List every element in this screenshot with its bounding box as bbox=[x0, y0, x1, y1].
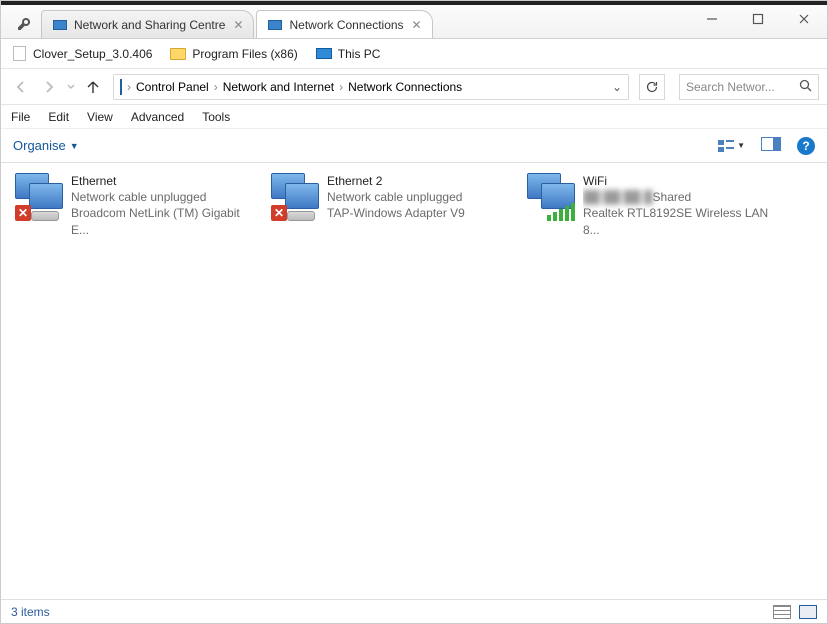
content-area[interactable]: ✕ Ethernet Network cable unplugged Broad… bbox=[1, 163, 827, 599]
crumb-network-connections[interactable]: Network Connections bbox=[348, 80, 462, 94]
details-view-toggle[interactable] bbox=[773, 605, 791, 619]
chevron-down-icon: ▼ bbox=[70, 141, 79, 151]
connection-ethernet[interactable]: ✕ Ethernet Network cable unplugged Broad… bbox=[9, 169, 265, 242]
location-icon bbox=[120, 80, 122, 94]
command-bar-right: ▼ ? bbox=[717, 137, 815, 155]
chevron-right-icon[interactable]: › bbox=[127, 80, 131, 94]
error-x-icon: ✕ bbox=[271, 205, 287, 221]
network-connections-icon bbox=[267, 17, 283, 33]
connection-ethernet-2[interactable]: ✕ Ethernet 2 Network cable unplugged TAP… bbox=[265, 169, 521, 242]
network-adapter-icon: ✕ bbox=[15, 173, 63, 221]
connection-name: Ethernet bbox=[71, 173, 259, 189]
bookmarks-bar: Clover_Setup_3.0.406 Program Files (x86)… bbox=[1, 39, 827, 69]
tab-label: Network and Sharing Centre bbox=[74, 18, 225, 32]
bookmark-label: Program Files (x86) bbox=[192, 47, 297, 61]
search-placeholder: Search Networ... bbox=[686, 80, 775, 94]
chevron-right-icon[interactable]: › bbox=[339, 80, 343, 94]
bookmark-label: This PC bbox=[338, 47, 381, 61]
file-icon bbox=[11, 46, 27, 62]
explorer-window: Network and Sharing Centre ✕ Network Con… bbox=[0, 0, 828, 624]
wrench-icon[interactable] bbox=[7, 10, 41, 38]
menu-advanced[interactable]: Advanced bbox=[131, 110, 184, 124]
bookmark-label: Clover_Setup_3.0.406 bbox=[33, 47, 152, 61]
search-icon bbox=[799, 79, 812, 95]
connection-device: Realtek RTL8192SE Wireless LAN 8... bbox=[583, 205, 771, 237]
help-button[interactable]: ? bbox=[797, 137, 815, 155]
connection-device: Broadcom NetLink (TM) Gigabit E... bbox=[71, 205, 259, 237]
connection-name: WiFi bbox=[583, 173, 771, 189]
signal-bars-icon bbox=[547, 203, 575, 221]
maximize-button[interactable] bbox=[735, 5, 781, 33]
chevron-down-icon: ▼ bbox=[737, 141, 745, 150]
chevron-right-icon[interactable]: › bbox=[214, 80, 218, 94]
connection-status: ██ ██ ██ █Shared bbox=[583, 189, 771, 205]
search-input[interactable]: Search Networ... bbox=[679, 74, 819, 100]
menu-tools[interactable]: Tools bbox=[202, 110, 230, 124]
bookmark-this-pc[interactable]: This PC bbox=[316, 46, 381, 62]
menu-view[interactable]: View bbox=[87, 110, 113, 124]
up-button[interactable] bbox=[81, 75, 105, 99]
bookmark-clover-setup[interactable]: Clover_Setup_3.0.406 bbox=[11, 46, 152, 62]
refresh-button[interactable] bbox=[639, 74, 665, 100]
tab-label: Network Connections bbox=[289, 18, 403, 32]
error-x-icon: ✕ bbox=[15, 205, 31, 221]
network-adapter-icon: ✕ bbox=[271, 173, 319, 221]
menu-file[interactable]: File bbox=[11, 110, 30, 124]
menu-edit[interactable]: Edit bbox=[48, 110, 69, 124]
connection-device: TAP-Windows Adapter V9 bbox=[327, 205, 465, 221]
organise-label: Organise bbox=[13, 138, 66, 153]
connection-status: Network cable unplugged bbox=[327, 189, 465, 205]
status-bar: 3 items bbox=[1, 599, 827, 623]
recent-dropdown[interactable] bbox=[65, 75, 77, 99]
navigation-bar: › Control Panel › Network and Internet ›… bbox=[1, 69, 827, 105]
redacted-text: ██ ██ ██ █ bbox=[583, 190, 653, 204]
back-button[interactable] bbox=[9, 75, 33, 99]
folder-icon bbox=[170, 46, 186, 62]
wifi-adapter-icon bbox=[527, 173, 575, 221]
address-dropdown-icon[interactable]: ⌄ bbox=[612, 80, 622, 94]
forward-button[interactable] bbox=[37, 75, 61, 99]
connection-wifi[interactable]: WiFi ██ ██ ██ █Shared Realtek RTL8192SE … bbox=[521, 169, 777, 242]
command-bar: Organise ▼ ▼ ? bbox=[1, 129, 827, 163]
tab-network-connections[interactable]: Network Connections ✕ bbox=[256, 10, 432, 38]
organise-button[interactable]: Organise ▼ bbox=[13, 138, 79, 153]
minimize-button[interactable] bbox=[689, 5, 735, 33]
bookmark-program-files[interactable]: Program Files (x86) bbox=[170, 46, 297, 62]
tab-network-sharing[interactable]: Network and Sharing Centre ✕ bbox=[41, 10, 254, 38]
window-controls bbox=[689, 5, 827, 33]
crumb-control-panel[interactable]: Control Panel bbox=[136, 80, 209, 94]
view-mode-button[interactable]: ▼ bbox=[717, 139, 745, 153]
address-breadcrumb[interactable]: › Control Panel › Network and Internet ›… bbox=[113, 74, 629, 100]
crumb-network-internet[interactable]: Network and Internet bbox=[223, 80, 334, 94]
tab-close-icon[interactable]: ✕ bbox=[233, 18, 243, 32]
pc-icon bbox=[316, 46, 332, 62]
menu-bar: File Edit View Advanced Tools bbox=[1, 105, 827, 129]
cable-icon bbox=[31, 211, 59, 221]
network-sharing-icon bbox=[52, 17, 68, 33]
close-button[interactable] bbox=[781, 5, 827, 33]
cable-icon bbox=[287, 211, 315, 221]
preview-pane-button[interactable] bbox=[761, 137, 781, 154]
connection-name: Ethernet 2 bbox=[327, 173, 465, 189]
connection-status: Network cable unplugged bbox=[71, 189, 259, 205]
tiles-view-toggle[interactable] bbox=[799, 605, 817, 619]
item-count: 3 items bbox=[11, 605, 50, 619]
tab-close-icon[interactable]: ✕ bbox=[412, 18, 422, 32]
